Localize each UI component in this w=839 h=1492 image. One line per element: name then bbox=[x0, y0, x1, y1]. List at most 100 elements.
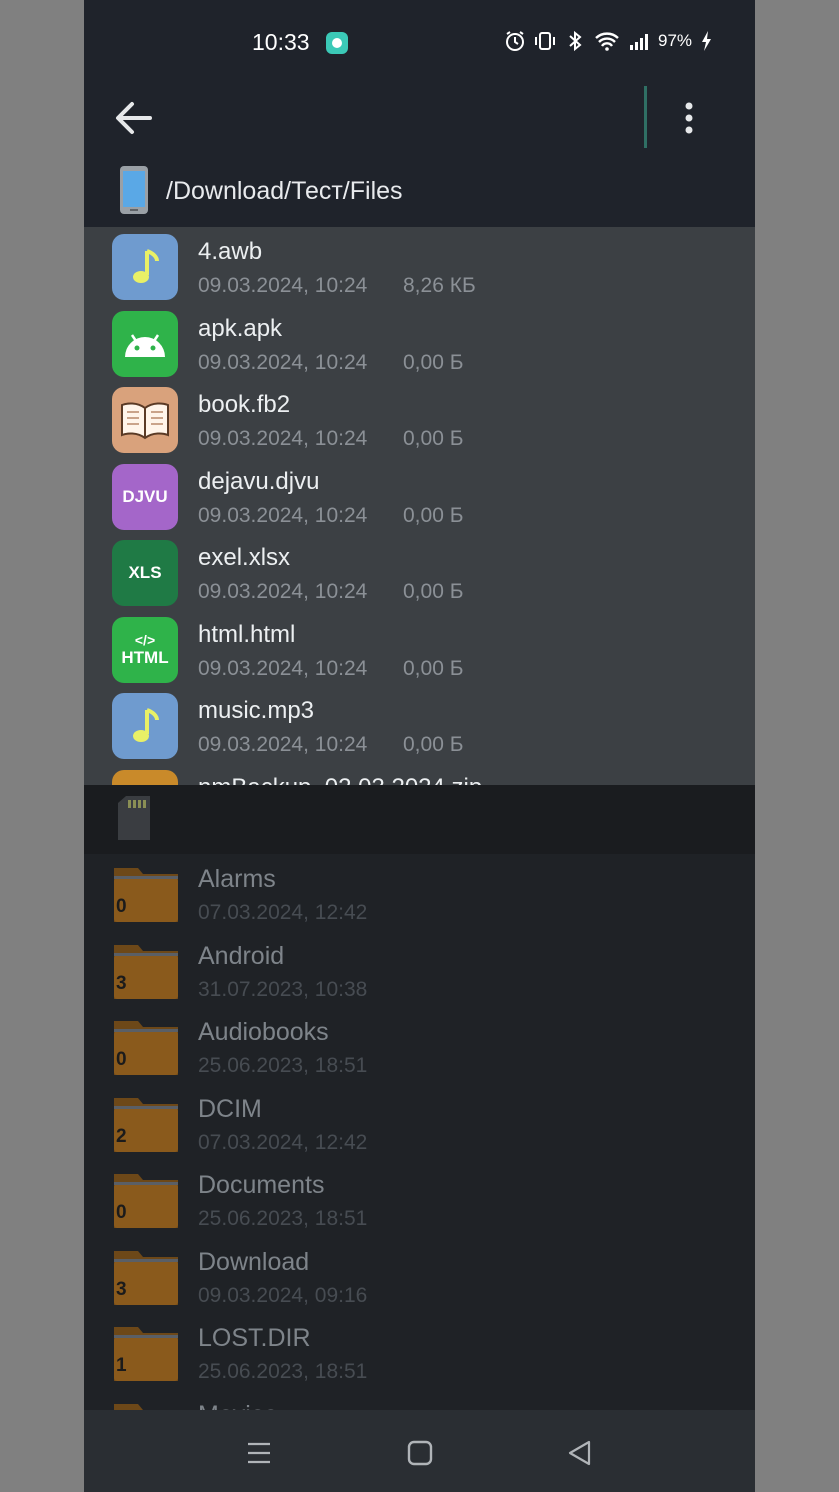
folder-row[interactable]: 3 Android 31.07.2023, 10:38 bbox=[84, 931, 755, 1007]
file-size: 0,00 Б bbox=[403, 733, 464, 756]
folder-row[interactable]: Movies bbox=[84, 1390, 755, 1411]
folder-name: Documents bbox=[198, 1171, 325, 1199]
sd-card-icon bbox=[118, 796, 150, 840]
icon-label: DJVU bbox=[122, 486, 168, 506]
folder-icon: 0 bbox=[112, 1168, 180, 1230]
phone-screen: 10:33 97% /Download/Тест/Files 4.awb 09.… bbox=[84, 0, 755, 1492]
alarm-icon bbox=[506, 31, 524, 51]
file-size: 0,00 Б bbox=[403, 503, 464, 527]
bluetooth-icon bbox=[569, 30, 582, 52]
file-name: dejavu.djvu bbox=[198, 467, 320, 495]
folder-name: Audiobooks bbox=[198, 1018, 329, 1046]
folder-name: Movies bbox=[198, 1401, 277, 1411]
icon-label: HTML bbox=[121, 647, 169, 667]
folder-icon: 3 bbox=[112, 939, 180, 1001]
folder-row[interactable]: 0 Audiobooks 25.06.2023, 18:51 bbox=[84, 1007, 755, 1083]
file-size: 0,00 Б bbox=[403, 656, 464, 680]
wifi-icon bbox=[595, 32, 619, 51]
file-date: 09.03.2024, 10:24 bbox=[198, 350, 368, 374]
file-row[interactable]: DJVU dejavu.djvu 09.03.2024, 10:24 0,00 Б bbox=[84, 457, 755, 533]
navigation-bar bbox=[84, 1410, 755, 1492]
file-size: 0,00 Б bbox=[403, 427, 464, 450]
file-date: 09.03.2024, 10:24 bbox=[198, 733, 368, 756]
current-path: /Download/Тест/Files bbox=[166, 177, 403, 205]
folder-icon: 0 bbox=[112, 1015, 180, 1077]
file-row[interactable]: nmBackup_02.03.2024.zip bbox=[84, 763, 755, 786]
battery-level: 97% bbox=[658, 31, 693, 50]
folder-date: 25.06.2023, 18:51 bbox=[198, 1207, 368, 1230]
folder-item-count: 1 bbox=[116, 1355, 127, 1376]
folder-icon: 3 bbox=[112, 1245, 180, 1307]
file-name: book.fb2 bbox=[198, 391, 291, 418]
vibrate-icon bbox=[535, 32, 555, 50]
path-bar[interactable]: /Download/Тест/Files bbox=[84, 160, 755, 227]
folder-date: 07.03.2024, 12:42 bbox=[198, 1130, 368, 1154]
file-date: 09.03.2024, 10:24 bbox=[198, 656, 368, 680]
icon-label: XLS bbox=[128, 563, 162, 583]
sd-card-bar[interactable] bbox=[84, 785, 755, 854]
music-icon bbox=[112, 234, 178, 300]
folder-icon: 2 bbox=[112, 1092, 180, 1154]
status-icons: 97% bbox=[504, 30, 712, 52]
file-row[interactable]: 4.awb 09.03.2024, 10:24 8,26 КБ bbox=[84, 227, 755, 303]
folder-date: 25.06.2023, 18:51 bbox=[198, 1054, 368, 1077]
folder-date: 31.07.2023, 10:38 bbox=[198, 977, 368, 1001]
folder-date: 07.03.2024, 12:42 bbox=[198, 901, 368, 924]
file-row[interactable]: XLS exel.xlsx 09.03.2024, 10:24 0,00 Б bbox=[84, 533, 755, 609]
folder-list-pane: 0 Alarms 07.03.2024, 12:42 3 Android 31.07.20… bbox=[84, 854, 755, 1410]
android-icon bbox=[112, 310, 178, 377]
folder-item-count: 0 bbox=[116, 1049, 127, 1070]
folder-date: 09.03.2024, 09:16 bbox=[198, 1283, 368, 1307]
book-icon bbox=[112, 387, 178, 453]
back-triangle-icon[interactable] bbox=[565, 1438, 595, 1468]
file-date: 09.03.2024, 10:24 bbox=[198, 580, 368, 603]
folder-name: Download bbox=[198, 1247, 310, 1276]
file-row[interactable]: </> HTML html.html 09.03.2024, 10:24 0,00 Б bbox=[84, 610, 755, 686]
home-icon[interactable] bbox=[405, 1438, 435, 1468]
status-time: 10:33 bbox=[252, 29, 310, 55]
file-name: apk.apk bbox=[198, 314, 283, 342]
file-date: 09.03.2024, 10:24 bbox=[198, 503, 368, 527]
file-row[interactable]: music.mp3 09.03.2024, 10:24 0,00 Б bbox=[84, 686, 755, 762]
folder-item-count: 2 bbox=[116, 1125, 127, 1147]
file-size: 8,26 КБ bbox=[403, 274, 476, 297]
folder-row[interactable]: 1 LOST.DIR 25.06.2023, 18:51 bbox=[84, 1313, 755, 1389]
file-row[interactable]: apk.apk 09.03.2024, 10:24 0,00 Б bbox=[84, 304, 755, 380]
signal-icon bbox=[630, 34, 648, 50]
app-notification-icon bbox=[326, 32, 348, 54]
music-icon bbox=[112, 693, 178, 759]
folder-name: Alarms bbox=[198, 865, 276, 893]
file-name: music.mp3 bbox=[198, 697, 315, 724]
device-storage-icon bbox=[120, 166, 148, 214]
accent-divider bbox=[644, 86, 647, 148]
file-size: 0,00 Б bbox=[403, 580, 464, 603]
file-list-pane: 4.awb 09.03.2024, 10:24 8,26 КБ apk.apk 09.0… bbox=[84, 227, 755, 785]
status-bar: 10:33 97% bbox=[84, 0, 755, 80]
folder-name: DCIM bbox=[198, 1094, 262, 1123]
folder-row[interactable]: 0 Documents 25.06.2023, 18:51 bbox=[84, 1160, 755, 1236]
folder-icon: 1 bbox=[112, 1321, 180, 1383]
xls-icon: XLS bbox=[112, 540, 178, 606]
file-name: html.html bbox=[198, 620, 296, 648]
folder-item-count: 0 bbox=[116, 1202, 127, 1223]
icon-label-top: </> bbox=[134, 631, 156, 648]
folder-date: 25.06.2023, 18:51 bbox=[198, 1360, 368, 1383]
djvu-icon: DJVU bbox=[112, 463, 178, 530]
back-arrow-icon[interactable] bbox=[110, 94, 160, 142]
file-row[interactable]: book.fb2 09.03.2024, 10:24 0,00 Б bbox=[84, 380, 755, 456]
charging-icon bbox=[702, 31, 712, 51]
folder-name: LOST.DIR bbox=[198, 1324, 311, 1352]
folder-row[interactable]: 3 Download 09.03.2024, 09:16 bbox=[84, 1237, 755, 1313]
folder-row[interactable]: 2 DCIM 07.03.2024, 12:42 bbox=[84, 1084, 755, 1160]
file-date: 09.03.2024, 10:24 bbox=[198, 427, 368, 450]
folder-item-count: 3 bbox=[116, 1278, 127, 1300]
folder-item-count: 0 bbox=[116, 896, 127, 917]
more-options-icon[interactable] bbox=[674, 94, 704, 142]
folder-row[interactable]: 0 Alarms 07.03.2024, 12:42 bbox=[84, 854, 755, 930]
folder-icon bbox=[112, 769, 178, 785]
recents-menu-icon[interactable] bbox=[244, 1438, 274, 1468]
file-name: exel.xlsx bbox=[198, 544, 291, 571]
file-size: 0,00 Б bbox=[403, 350, 464, 374]
file-name: nmBackup_02.03.2024.zip bbox=[198, 774, 482, 786]
top-app-bar bbox=[84, 80, 755, 155]
